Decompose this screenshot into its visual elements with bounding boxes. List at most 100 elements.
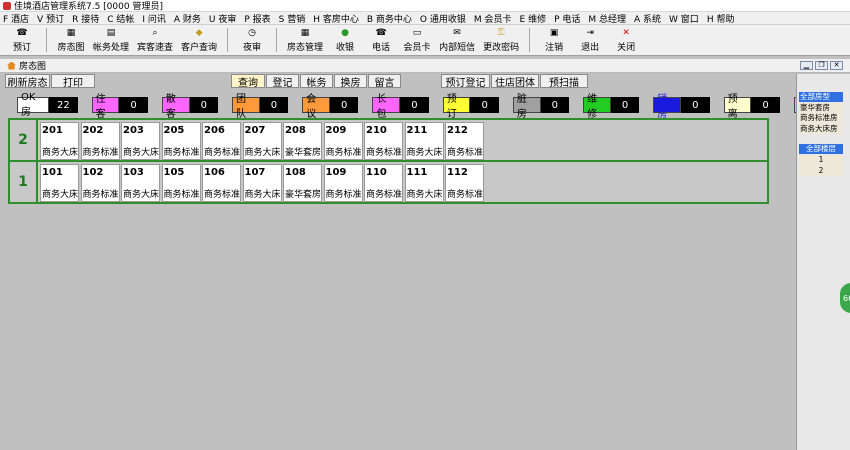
room-cell[interactable]: 110 商务标准 [364, 164, 403, 202]
status-count: 0 [259, 97, 289, 113]
booking-register-button[interactable]: 预订登记 [441, 74, 490, 89]
status-label: 住客 [91, 94, 120, 120]
room-cell[interactable]: 210 商务标准 [364, 122, 403, 160]
room-type: 商务大床 [123, 148, 160, 158]
room-cell[interactable]: 112 商务标准 [445, 164, 484, 202]
floating-badge[interactable]: 66 [840, 283, 850, 313]
close-panel-button[interactable]: ✕ [830, 61, 843, 70]
room-cell[interactable]: 203 商务大床 [121, 122, 160, 160]
room-cell[interactable]: 108 豪华套房 [283, 164, 322, 202]
register-button[interactable]: 登记 [266, 74, 299, 89]
room-type: 豪华套房 [285, 148, 322, 158]
menu-item[interactable]: R 接待 [72, 12, 99, 25]
menu-item[interactable]: A 财务 [174, 12, 201, 25]
room-cell[interactable]: 111 商务大床 [404, 164, 444, 202]
message-button[interactable]: 留言 [368, 74, 401, 89]
toolbar-button-clock[interactable]: ◷ 夜审 [234, 25, 270, 55]
menu-item[interactable]: W 窗口 [669, 12, 699, 25]
action-row: 刷新房态 打印 查询 登记 帐务 换房 留言 预订登记 住店团体 预扫描 [0, 74, 795, 90]
toolbar-button-member-card[interactable]: ▭ 会员卡 [399, 25, 435, 55]
restore-button[interactable]: ❐ [815, 61, 828, 70]
room-cell[interactable]: 209 商务标准 [323, 122, 363, 160]
toolbar-button-key[interactable]: ⚿ 更改密码 [479, 25, 523, 55]
change-room-button[interactable]: 换房 [334, 74, 367, 89]
room-type: 商务标准 [163, 190, 200, 200]
room-cell[interactable]: 207 商务大床 [242, 122, 282, 160]
toolbar-button-cashier[interactable]: ● 收银 [327, 25, 363, 55]
room-cell[interactable]: 101 商务大床 [40, 164, 79, 202]
menu-item[interactable]: S 营销 [279, 12, 306, 25]
room-cell[interactable]: 212 商务标准 [445, 122, 484, 160]
toolbar-button-room-map[interactable]: ▦ 房态图 [53, 25, 89, 55]
menu-item[interactable]: M 总经理 [588, 12, 626, 25]
status-count: 0 [681, 97, 710, 113]
toolbar-button-exit[interactable]: ⇥ 退出 [572, 25, 608, 55]
room-type-filter[interactable]: 全部房型 [799, 92, 843, 102]
menu-item[interactable]: A 系统 [634, 12, 661, 25]
room-type: 商务标准 [447, 148, 484, 158]
in-house-group-button[interactable]: 住店团体 [491, 74, 539, 89]
room-cell[interactable]: 202 商务标准 [80, 122, 120, 160]
menu-item[interactable]: H 帮助 [707, 12, 735, 25]
room-type: 商务大床 [42, 190, 79, 200]
message-icon: ✉ [453, 27, 461, 38]
room-cell[interactable]: 205 商务标准 [161, 122, 201, 160]
room-cell[interactable]: 103 商务大床 [121, 164, 160, 202]
menu-item[interactable]: C 结帐 [107, 12, 134, 25]
floor-filter-header[interactable]: 全部楼层 [799, 144, 843, 154]
account-button[interactable]: 帐务 [300, 74, 333, 89]
toolbar-button-room-manage[interactable]: ▦ 房态管理 [283, 25, 327, 55]
toolbar-button-close[interactable]: ✕ 关闭 [608, 25, 644, 55]
room-cell[interactable]: 107 商务大床 [242, 164, 282, 202]
toolbar-button-message[interactable]: ✉ 内部短信 [435, 25, 479, 55]
menu-item[interactable]: V 预订 [37, 12, 64, 25]
menu-item[interactable]: U 夜审 [209, 12, 236, 25]
toolbar-button-customer[interactable]: ◆ 客户查询 [177, 25, 221, 55]
room-type-filter[interactable]: 豪华套房 [799, 102, 843, 113]
room-cell[interactable]: 109 商务标准 [323, 164, 363, 202]
menu-item[interactable]: P 报表 [244, 12, 270, 25]
room-type-filter[interactable]: 商务大床房 [799, 123, 843, 134]
room-cell[interactable]: 211 商务大床 [404, 122, 444, 160]
app-icon [3, 1, 11, 10]
floor-label: 2 [10, 120, 38, 160]
room-type: 豪华套房 [285, 190, 322, 200]
toolbar-button-logout[interactable]: ▣ 注销 [536, 25, 572, 55]
toolbar-label: 注销 [545, 42, 564, 53]
booking-scan-button[interactable]: 预扫描 [540, 74, 588, 89]
menu-item[interactable]: H 客房中心 [313, 12, 359, 25]
toolbar-button-phone[interactable]: ☎ 预订 [4, 25, 40, 55]
status-label: 会议 [302, 94, 330, 120]
room-number: 209 [325, 125, 347, 136]
menu-item[interactable]: M 会员卡 [474, 12, 512, 25]
toolbar-button-telephone[interactable]: ☎ 电话 [363, 25, 399, 55]
menu-item[interactable]: I 问讯 [142, 12, 166, 25]
refresh-room-status-button[interactable]: 刷新房态 [5, 74, 50, 89]
menu-item[interactable]: O 通用收银 [420, 12, 466, 25]
room-number: 108 [285, 167, 306, 178]
room-cell[interactable]: 105 商务标准 [161, 164, 201, 202]
menu-item[interactable]: E 维修 [520, 12, 547, 25]
query-button[interactable]: 查询 [231, 74, 265, 89]
room-cell[interactable]: 102 商务标准 [80, 164, 120, 202]
minimize-button[interactable]: ▁ [800, 61, 813, 70]
toolbar-button-search[interactable]: ⌕ 宾客速查 [133, 25, 177, 55]
menu-item[interactable]: B 商务中心 [367, 12, 412, 25]
panel-title: 房态图 [19, 62, 47, 72]
print-button[interactable]: 打印 [51, 74, 95, 89]
room-cell[interactable]: 201 商务大床 [40, 122, 79, 160]
toolbar-label: 房态管理 [287, 42, 324, 53]
status-item: 锁房 0 [653, 94, 710, 120]
room-type-filter[interactable]: 商务标准房 [799, 113, 843, 123]
status-item: 维修 0 [583, 94, 640, 120]
toolbar-label: 更改密码 [483, 42, 520, 53]
menu-item[interactable]: P 电话 [554, 12, 580, 25]
room-cell[interactable]: 106 商务标准 [202, 164, 241, 202]
room-cell[interactable]: 208 豪华套房 [283, 122, 322, 160]
floor-filter[interactable]: 2 [799, 166, 843, 176]
floor-filter[interactable]: 1 [799, 155, 843, 165]
toolbar-button-ledger[interactable]: ▤ 帐务处理 [89, 25, 133, 55]
room-number: 111 [406, 167, 428, 178]
room-cell[interactable]: 206 商务标准 [202, 122, 241, 160]
menu-item[interactable]: F 酒店 [3, 12, 29, 25]
